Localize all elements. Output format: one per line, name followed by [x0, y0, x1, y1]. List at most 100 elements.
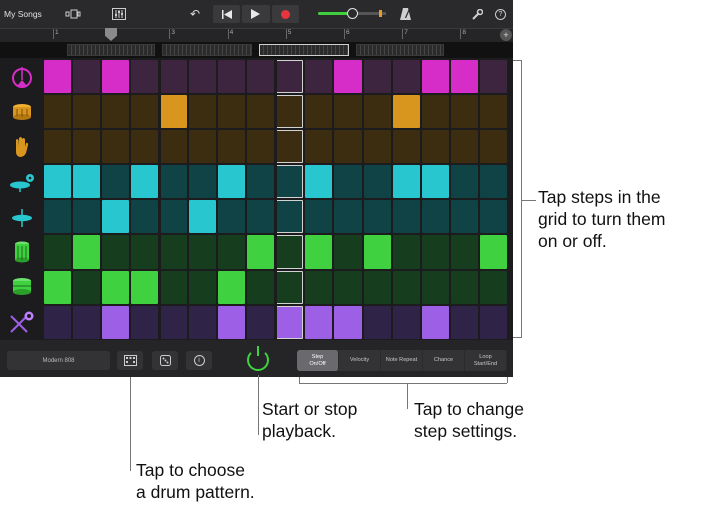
- step-cell-on[interactable]: [334, 60, 362, 94]
- step-cell-off[interactable]: [160, 235, 188, 269]
- step-setting-option[interactable]: Chance: [423, 350, 465, 371]
- step-cell-on[interactable]: [392, 165, 420, 199]
- wrench-icon[interactable]: [470, 0, 484, 28]
- undo-icon[interactable]: ↶: [188, 0, 202, 28]
- step-cell-off[interactable]: [450, 165, 478, 199]
- step-cell-on[interactable]: [131, 270, 159, 304]
- step-cell-off[interactable]: [421, 200, 449, 234]
- step-cell-off[interactable]: [218, 235, 246, 269]
- help-icon[interactable]: ?: [494, 0, 507, 28]
- overview-bar-current[interactable]: [259, 44, 349, 56]
- hi-hat-icon[interactable]: [4, 199, 40, 234]
- step-cell-off[interactable]: [305, 95, 333, 129]
- rewind-icon[interactable]: [213, 5, 241, 23]
- step-cell-off[interactable]: [334, 165, 362, 199]
- hand-clap-icon[interactable]: [4, 129, 40, 164]
- drum-pattern-icon[interactable]: [117, 351, 143, 370]
- step-cell-off[interactable]: [73, 60, 101, 94]
- dice-icon[interactable]: [152, 351, 178, 370]
- step-cell-off[interactable]: [450, 95, 478, 129]
- step-cell-off[interactable]: [450, 200, 478, 234]
- step-cell-on[interactable]: [44, 165, 72, 199]
- step-cell-off[interactable]: [160, 305, 188, 339]
- step-cell-off[interactable]: [392, 130, 420, 164]
- step-cell-on[interactable]: [305, 305, 333, 339]
- step-cell-off[interactable]: [102, 130, 130, 164]
- step-cell-off[interactable]: [131, 95, 159, 129]
- step-cell-on[interactable]: [102, 60, 130, 94]
- record-icon[interactable]: [271, 5, 299, 23]
- step-cell-off[interactable]: [131, 130, 159, 164]
- power-icon[interactable]: [247, 349, 269, 371]
- step-cell-off[interactable]: [479, 200, 507, 234]
- step-cell-off[interactable]: [334, 200, 362, 234]
- step-cell-off[interactable]: [334, 95, 362, 129]
- step-cell-on[interactable]: [450, 60, 478, 94]
- tracks-view-icon[interactable]: [62, 0, 84, 28]
- step-cell-off[interactable]: [44, 95, 72, 129]
- step-cell-off[interactable]: [421, 95, 449, 129]
- step-cell-off[interactable]: [189, 95, 217, 129]
- step-cell-off[interactable]: [102, 95, 130, 129]
- volume-knob[interactable]: [347, 8, 358, 19]
- overview-bar[interactable]: [162, 44, 252, 56]
- step-cell-off[interactable]: [479, 130, 507, 164]
- step-cell-off[interactable]: [218, 95, 246, 129]
- step-cell-on[interactable]: [421, 60, 449, 94]
- play-icon[interactable]: [242, 5, 270, 23]
- step-cell-off[interactable]: [44, 305, 72, 339]
- step-cell-off[interactable]: [421, 130, 449, 164]
- step-cell-off[interactable]: [73, 270, 101, 304]
- step-cell-off[interactable]: [305, 60, 333, 94]
- step-cell-off[interactable]: [102, 165, 130, 199]
- step-cell-off[interactable]: [247, 165, 275, 199]
- step-cell-off[interactable]: [73, 305, 101, 339]
- step-cell-off[interactable]: [131, 200, 159, 234]
- step-cell-on[interactable]: [189, 200, 217, 234]
- step-cell-off[interactable]: [392, 60, 420, 94]
- step-cell-off[interactable]: [189, 60, 217, 94]
- step-cell-off[interactable]: [276, 130, 304, 164]
- step-cell-off[interactable]: [363, 60, 391, 94]
- step-cell-off[interactable]: [218, 60, 246, 94]
- step-cell-on[interactable]: [218, 270, 246, 304]
- step-cell-on[interactable]: [131, 165, 159, 199]
- step-cell-on[interactable]: [421, 305, 449, 339]
- my-songs-button[interactable]: My Songs: [4, 0, 50, 28]
- step-cell-off[interactable]: [247, 60, 275, 94]
- step-cell-off[interactable]: [247, 130, 275, 164]
- step-cell-on[interactable]: [247, 235, 275, 269]
- step-cell-off[interactable]: [363, 165, 391, 199]
- step-cell-off[interactable]: [450, 235, 478, 269]
- step-cell-off[interactable]: [160, 130, 188, 164]
- step-cell-off[interactable]: [189, 165, 217, 199]
- step-cell-on[interactable]: [276, 305, 304, 339]
- step-cell-on[interactable]: [392, 95, 420, 129]
- kick-drum-icon[interactable]: [4, 269, 40, 304]
- pattern-overview-strip[interactable]: [0, 42, 513, 58]
- info-icon[interactable]: i: [186, 351, 212, 370]
- step-cell-off[interactable]: [276, 235, 304, 269]
- step-cell-on[interactable]: [102, 305, 130, 339]
- step-cell-off[interactable]: [276, 165, 304, 199]
- tambourine-icon[interactable]: [4, 59, 40, 94]
- step-cell-on[interactable]: [421, 165, 449, 199]
- step-cell-on[interactable]: [73, 235, 101, 269]
- kit-name-button[interactable]: Modern 808: [7, 351, 110, 370]
- step-cell-off[interactable]: [479, 60, 507, 94]
- step-cell-off[interactable]: [479, 165, 507, 199]
- step-cell-off[interactable]: [44, 130, 72, 164]
- step-setting-option[interactable]: Velocity: [339, 350, 381, 371]
- step-cell-on[interactable]: [305, 165, 333, 199]
- step-cell-off[interactable]: [276, 60, 304, 94]
- timeline-ruler[interactable]: 12345678: [0, 28, 513, 42]
- step-cell-off[interactable]: [247, 305, 275, 339]
- step-cell-off[interactable]: [247, 270, 275, 304]
- step-cell-off[interactable]: [189, 305, 217, 339]
- step-cell-off[interactable]: [160, 165, 188, 199]
- step-cell-off[interactable]: [247, 95, 275, 129]
- step-cell-on[interactable]: [305, 235, 333, 269]
- step-setting-option[interactable]: Loop Start/End: [465, 350, 507, 371]
- step-cell-off[interactable]: [363, 130, 391, 164]
- step-cell-off[interactable]: [479, 305, 507, 339]
